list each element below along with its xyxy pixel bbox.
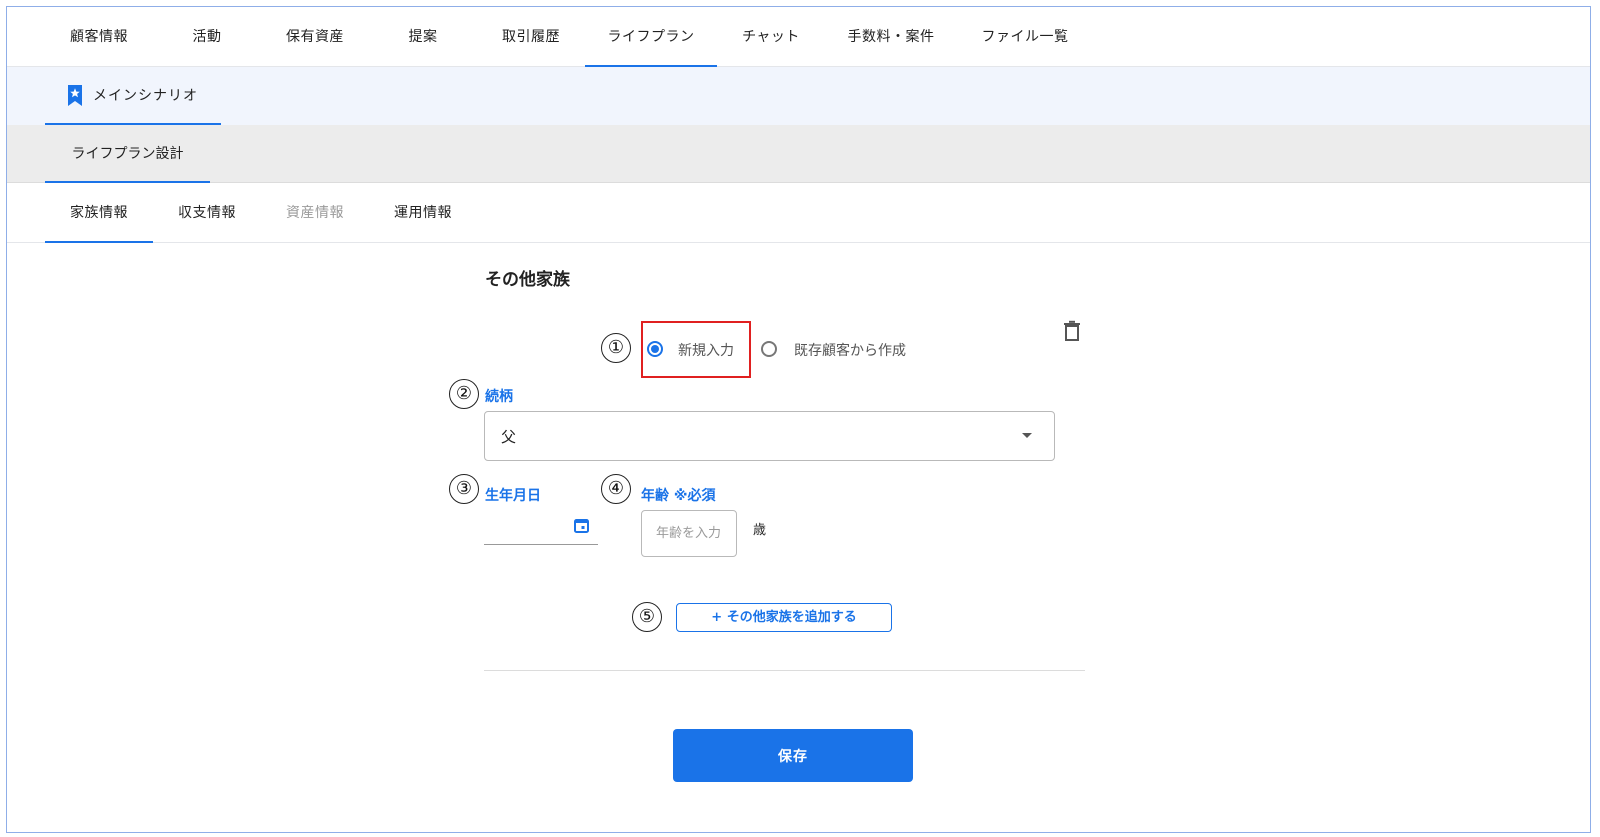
design-bar: ライフプラン設計 [7,125,1590,183]
radio-new-entry[interactable] [647,341,663,357]
tab-files[interactable]: ファイル一覧 [957,7,1093,67]
marker-1: ① [601,333,631,363]
subtab-family[interactable]: 家族情報 [45,183,153,243]
subtab-income-expense[interactable]: 収支情報 [153,183,261,243]
save-button[interactable]: 保存 [673,729,913,782]
main-tab-bar: 顧客情報 活動 保有資産 提案 取引履歴 ライフプラン チャット 手数料・案件 … [7,7,1590,67]
relation-label: 続柄 [485,389,513,405]
radio-existing-customer-label[interactable]: 既存顧客から作成 [794,340,906,360]
trash-icon[interactable] [1063,320,1081,342]
tab-transactions[interactable]: 取引履歴 [477,7,585,67]
age-label: 年齢 ※必須 [641,488,716,504]
relation-select[interactable]: 父 [484,411,1055,461]
radio-new-entry-label[interactable]: 新規入力 [678,340,734,360]
tab-holdings[interactable]: 保有資産 [261,7,369,67]
radio-existing-customer[interactable] [761,341,777,357]
scenario-tab-main[interactable]: メインシナリオ [45,67,221,125]
tab-proposal[interactable]: 提案 [369,7,477,67]
calendar-icon[interactable] [574,518,589,533]
sub-tab-bar: 家族情報 収支情報 資産情報 運用情報 [7,183,1590,243]
marker-2: ② [449,379,479,409]
subtab-investment[interactable]: 運用情報 [369,183,477,243]
relation-value: 父 [501,428,517,446]
birthdate-label: 生年月日 [485,488,541,504]
marker-3: ③ [449,474,479,504]
tab-chat[interactable]: チャット [717,7,825,67]
dropdown-caret-icon [1022,433,1032,438]
divider [484,670,1085,671]
tab-activity[interactable]: 活動 [153,7,261,67]
section-title: その他家族 [485,270,570,290]
marker-5: ⑤ [632,602,662,632]
tab-lifeplan[interactable]: ライフプラン [585,7,717,67]
marker-4: ④ [601,474,631,504]
age-unit: 歳 [753,523,767,538]
tab-lifeplan-design[interactable]: ライフプラン設計 [45,125,210,183]
age-input[interactable] [641,510,737,557]
subtab-assets: 資産情報 [286,205,344,221]
tab-fees-cases[interactable]: 手数料・案件 [825,7,957,67]
birthdate-field[interactable] [484,510,598,545]
tab-customer-info[interactable]: 顧客情報 [45,7,153,67]
add-family-button[interactable]: + その他家族を追加する [676,603,892,632]
scenario-label: メインシナリオ [93,88,198,104]
scenario-bar: メインシナリオ [7,67,1590,125]
app-frame: 顧客情報 活動 保有資産 提案 取引履歴 ライフプラン チャット 手数料・案件 … [6,6,1591,833]
bookmark-star-icon [68,85,82,106]
